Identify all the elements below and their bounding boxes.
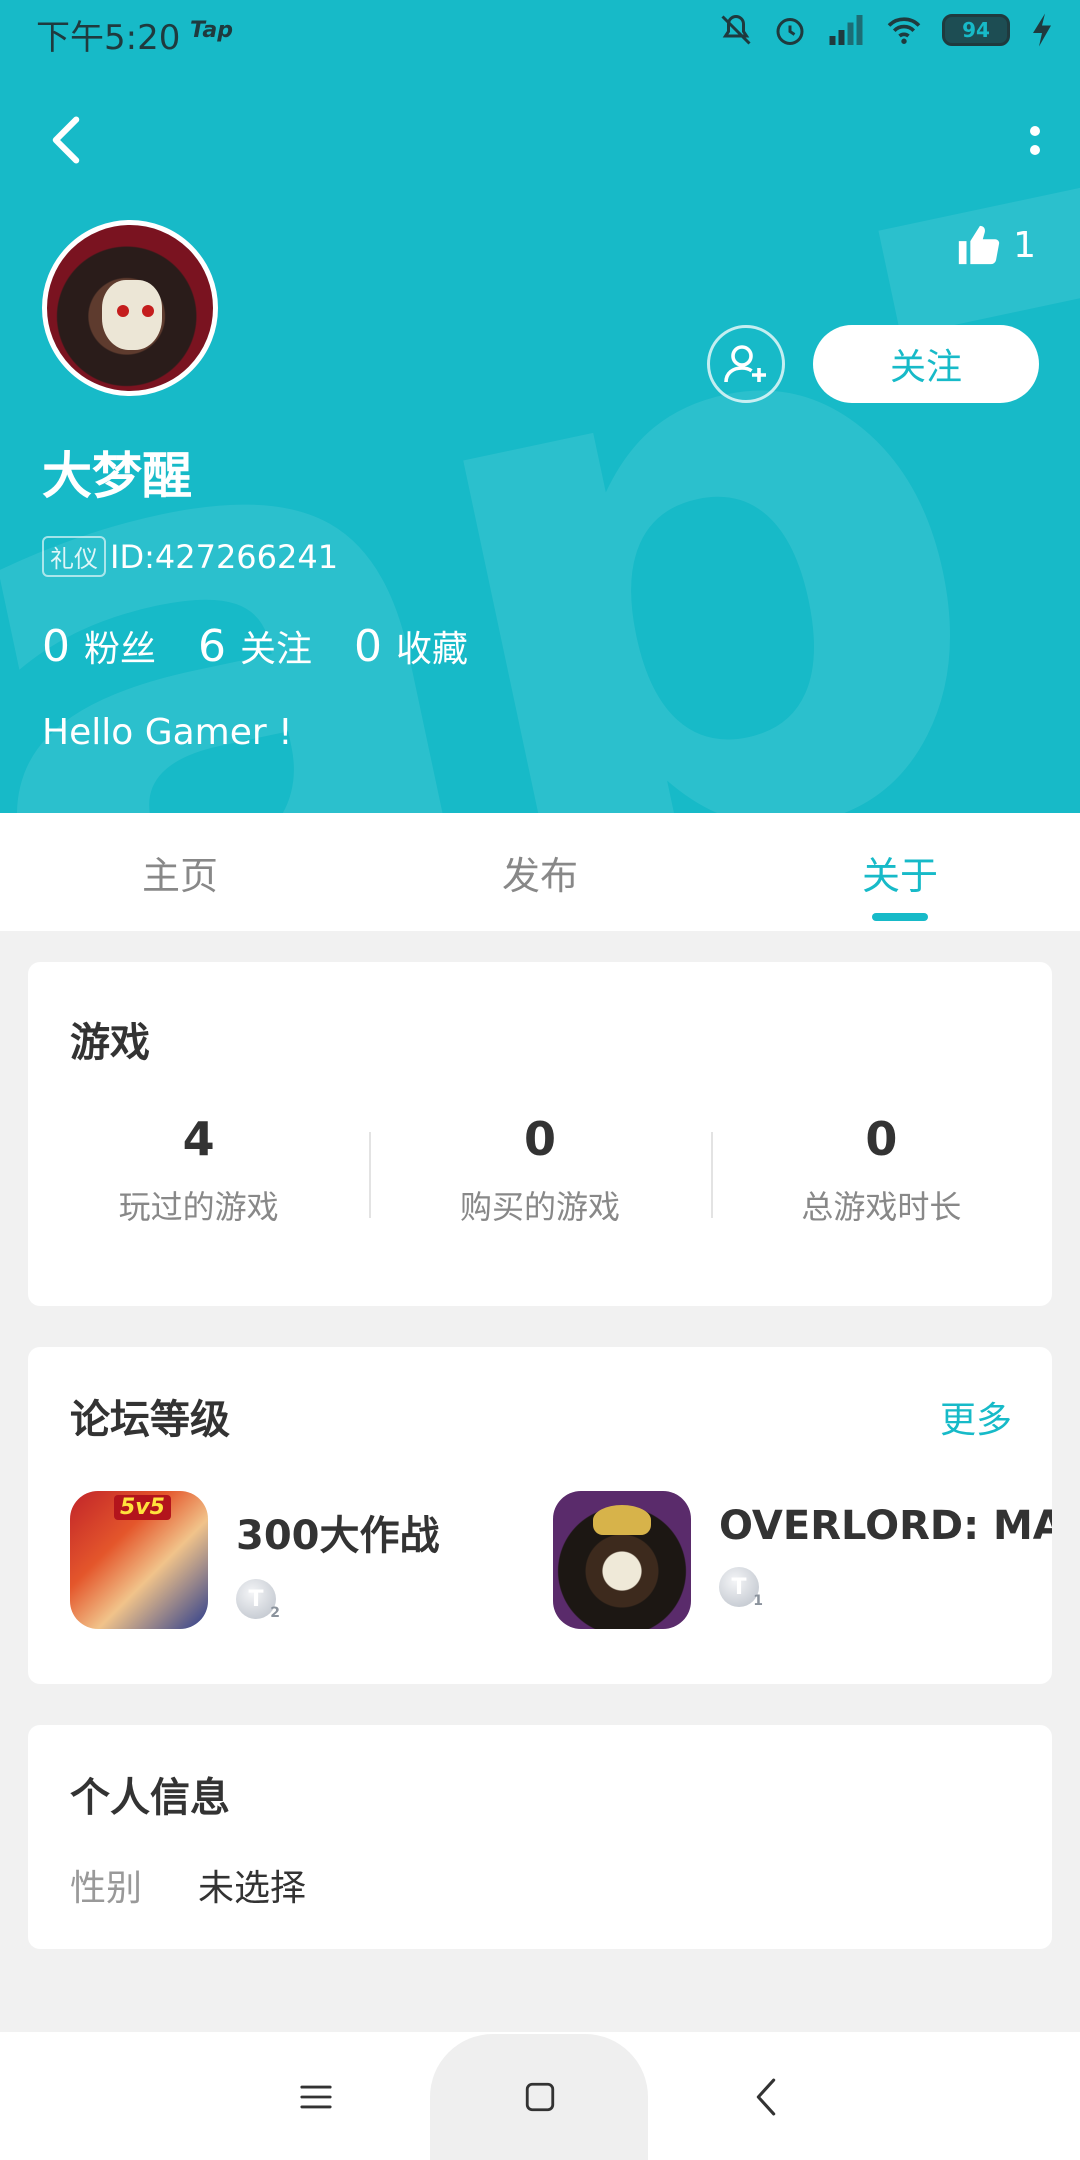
forum-level-card: 论坛等级 更多 5v5 300大作战 T 2 OVERLORD: MASS FO…	[28, 1347, 1052, 1684]
stat-label: 关注	[240, 629, 313, 670]
forum-game-name: 300大作战	[236, 1513, 440, 1559]
forum-item-info: 300大作战 T 2	[236, 1491, 440, 1621]
add-friend-button[interactable]	[707, 325, 785, 403]
username: 大梦醒	[42, 447, 192, 505]
played-games-stat[interactable]: 4 玩过的游戏	[28, 1112, 369, 1228]
chevron-left-icon	[52, 116, 80, 164]
avatar[interactable]	[42, 220, 218, 396]
menu-button[interactable]	[276, 2062, 356, 2132]
avatar-eye	[142, 305, 154, 317]
gender-row: 性别 未选择	[70, 1859, 306, 1911]
watermark-logo: apTa	[0, 0, 1080, 813]
charging-icon	[1033, 13, 1051, 47]
active-tab-indicator	[872, 913, 928, 921]
follow-button[interactable]: 关注	[813, 325, 1039, 403]
tab-posts[interactable]: 发布	[360, 813, 720, 931]
tab-about[interactable]: 关于	[720, 813, 1080, 931]
home-button[interactable]	[500, 2062, 580, 2132]
gender-label: 性别	[70, 1868, 143, 1909]
forum-item-info: OVERLORD: MASS FOR THE DEAD T 1	[719, 1491, 1052, 1609]
games-stats: 4 玩过的游戏 0 购买的游戏 0 总游戏时长	[28, 1112, 1052, 1228]
status-icons: 94	[718, 12, 1056, 48]
stat-label: 收藏	[396, 629, 469, 670]
purchased-games-stat[interactable]: 0 购买的游戏	[369, 1112, 710, 1228]
stat-number: 0	[865, 1112, 898, 1166]
game-icon-overlord	[553, 1491, 691, 1629]
menu-icon	[300, 2085, 332, 2109]
signal-icon	[829, 15, 863, 45]
battery-level: 94	[962, 18, 990, 42]
back-arrow-icon	[756, 2078, 776, 2116]
system-navigation-bar	[0, 2032, 1080, 2160]
stat-number: 0	[354, 621, 383, 672]
battery-icon: 94	[942, 14, 1010, 46]
forum-item[interactable]: 5v5 300大作战 T 2	[70, 1491, 440, 1629]
level-badge-icon: T 2	[236, 1579, 280, 1621]
status-time: 下午5:20	[36, 18, 181, 58]
stat-number: 0	[523, 1112, 556, 1166]
avatar-face	[102, 280, 162, 350]
total-playtime-stat[interactable]: 0 总游戏时长	[710, 1112, 1052, 1228]
game-icon-300: 5v5	[70, 1491, 208, 1629]
tab-label: 关于	[861, 853, 938, 898]
more-options-button[interactable]	[1010, 110, 1060, 170]
mute-icon	[721, 14, 751, 45]
gender-value: 未选择	[198, 1868, 307, 1909]
personal-info-card: 个人信息 性别 未选择	[28, 1725, 1052, 1949]
avatar-eye	[117, 305, 129, 317]
game-icon-tag: 5v5	[114, 1495, 171, 1520]
user-id: ID:427266241	[110, 537, 339, 576]
status-bar: 下午5:20 Tap 94	[0, 0, 1080, 64]
like-count: 1	[1013, 224, 1036, 266]
level-letter: T	[248, 1586, 264, 1612]
user-bio: Hello Gamer !	[42, 712, 293, 753]
wifi-icon	[887, 17, 921, 44]
status-app-indicator: Tap	[190, 18, 233, 43]
back-button[interactable]	[36, 110, 96, 170]
stat-label: 总游戏时长	[801, 1188, 962, 1226]
thumbs-up-icon	[958, 225, 1000, 265]
games-card-title: 游戏	[70, 1020, 150, 1066]
home-square-icon	[525, 2082, 555, 2112]
dot-icon	[1030, 125, 1040, 136]
dot-icon	[1030, 144, 1040, 155]
add-user-icon	[724, 345, 766, 383]
stat-number: 6	[198, 621, 227, 672]
forum-item[interactable]: OVERLORD: MASS FOR THE DEAD T 1	[553, 1491, 1052, 1629]
profile-header: apTa 下午5:20 Tap 94 1 关注 大梦醒 礼仪 ID:427266	[0, 0, 1080, 813]
stat-number: 0	[42, 621, 70, 672]
stat-favorites[interactable]: 0 收藏	[354, 620, 468, 672]
forum-game-name: OVERLORD: MASS FOR THE DEAD	[719, 1503, 1052, 1549]
profile-stats: 0 粉丝 6 关注 0 收藏	[42, 620, 468, 672]
level-letter: T	[731, 1574, 747, 1600]
level-number: 1	[753, 1593, 763, 1609]
stat-followers[interactable]: 0 粉丝	[42, 620, 156, 672]
user-id-row: 礼仪 ID:427266241	[42, 536, 338, 577]
level-number: 2	[270, 1605, 280, 1621]
forum-card-title: 论坛等级	[70, 1397, 230, 1443]
level-badge-icon: T 1	[719, 1567, 763, 1609]
stat-following[interactable]: 6 关注	[198, 620, 312, 672]
tab-label: 主页	[141, 853, 218, 898]
stat-label: 粉丝	[84, 629, 157, 670]
game-icon-crest	[593, 1505, 651, 1535]
tab-home[interactable]: 主页	[0, 813, 360, 931]
etiquette-badge[interactable]: 礼仪	[42, 536, 106, 577]
tab-label: 发布	[501, 853, 578, 898]
system-back-button[interactable]	[726, 2062, 806, 2132]
like-button[interactable]: 1	[955, 222, 1036, 268]
alarm-icon	[776, 18, 804, 45]
more-link[interactable]: 更多	[940, 1391, 1012, 1443]
stat-number: 4	[182, 1112, 215, 1166]
profile-tabs: 主页 发布 关于	[0, 813, 1080, 931]
stat-label: 玩过的游戏	[118, 1188, 279, 1226]
games-card: 游戏 4 玩过的游戏 0 购买的游戏 0 总游戏时长	[28, 962, 1052, 1306]
stat-label: 购买的游戏	[459, 1188, 620, 1226]
personal-info-title: 个人信息	[70, 1775, 230, 1821]
